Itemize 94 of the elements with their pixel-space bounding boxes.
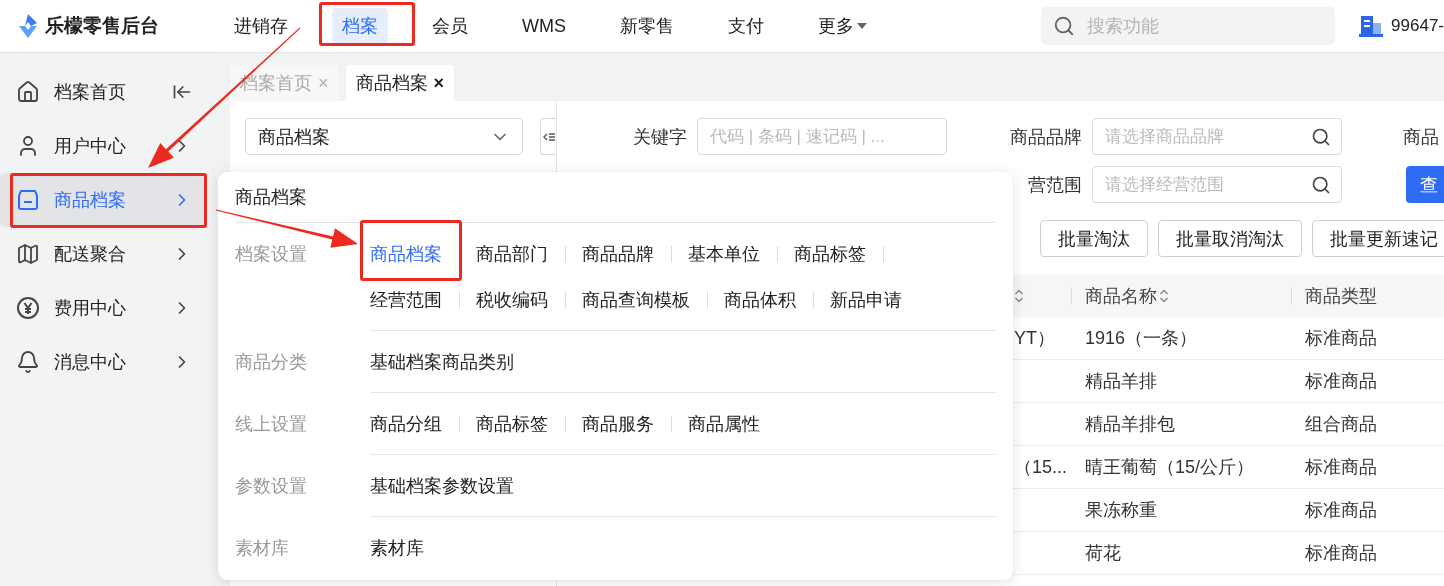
- menu-link[interactable]: 素材库: [370, 533, 424, 563]
- caret-icon: [857, 23, 867, 29]
- menu-link[interactable]: 基本单位: [688, 239, 760, 269]
- section-label: 商品分类: [235, 351, 307, 374]
- sidebar-label: 用户中心: [54, 135, 127, 158]
- table-cell-text: YT）: [1014, 327, 1055, 350]
- table-cell-text: 果冻称重: [1085, 499, 1157, 522]
- sidebar-label: 费用中心: [54, 297, 127, 320]
- building-icon: [1359, 15, 1384, 37]
- section-label: 线上设置: [235, 413, 307, 436]
- tab[interactable]: 商品档案 ×: [345, 65, 455, 101]
- menu-link[interactable]: 商品查询模板: [582, 285, 690, 315]
- logo-icon: [18, 14, 38, 38]
- account-name[interactable]: 99647-: [1391, 16, 1444, 36]
- field-label: 关键字: [632, 125, 688, 149]
- action-button[interactable]: 批量取消淘汰: [1158, 220, 1302, 257]
- table-cell-text: 精品羊排: [1085, 370, 1157, 393]
- sidebar-label: 商品档案: [54, 189, 127, 212]
- nav-item[interactable]: 进销存: [224, 8, 298, 44]
- menu-link[interactable]: 经营范围: [370, 285, 442, 315]
- search-icon: [1053, 15, 1076, 37]
- collapse-icon[interactable]: [172, 82, 192, 102]
- sidebar-item[interactable]: 配送聚合: [0, 227, 206, 281]
- nav-item[interactable]: 更多: [808, 8, 877, 44]
- table-cell-text: 荷花: [1085, 542, 1121, 565]
- select-value: 商品档案: [258, 125, 330, 149]
- home-icon: [16, 80, 40, 104]
- table-cell-text: 标准商品: [1305, 456, 1377, 479]
- action-button[interactable]: 批量淘汰: [1040, 220, 1148, 257]
- menu-link[interactable]: 商品标签: [476, 409, 548, 439]
- menu-link[interactable]: 商品属性: [688, 409, 760, 439]
- list-icon: [542, 130, 555, 143]
- app-name: 乐檬零售后台: [45, 14, 159, 38]
- yen-icon: [16, 296, 40, 320]
- menu-link[interactable]: 商品标签: [794, 239, 866, 269]
- menu-link[interactable]: 商品部门: [476, 239, 548, 269]
- section-label: 档案设置: [235, 243, 307, 266]
- box-icon: [16, 188, 40, 212]
- sidebar-item[interactable]: 用户中心: [0, 119, 206, 173]
- sidebar-item[interactable]: 档案首页: [0, 65, 206, 119]
- search-icon: [1311, 126, 1331, 147]
- table-cell-text: 标准商品: [1305, 327, 1377, 350]
- action-button[interactable]: 批量更新速记: [1312, 220, 1444, 257]
- nav-item[interactable]: 会员: [422, 8, 478, 44]
- sort-icon[interactable]: [1014, 288, 1024, 304]
- popup-title: 商品档案: [235, 186, 307, 209]
- section-label: 参数设置: [235, 475, 307, 498]
- keyword-box[interactable]: 代码 | 条码 | 速记码 | ...: [697, 118, 947, 155]
- sidebar-item[interactable]: 消息中心: [0, 335, 206, 389]
- collapse-button[interactable]: [540, 118, 556, 155]
- table-cell-text: 1916（一条）: [1085, 327, 1198, 350]
- sidebar-label: 配送聚合: [54, 243, 127, 266]
- sidebar-item[interactable]: 商品档案: [0, 173, 206, 227]
- sidebar-label: 消息中心: [54, 351, 127, 374]
- table-cell-text: 精品羊排包: [1085, 413, 1175, 436]
- search-icon: [1311, 174, 1331, 195]
- nav-item[interactable]: 支付: [718, 8, 774, 44]
- sort-icon[interactable]: [1159, 288, 1169, 304]
- menu-link[interactable]: 商品体积: [724, 285, 796, 315]
- query-button[interactable]: 查: [1406, 166, 1444, 203]
- menu-link[interactable]: 基础档案参数设置: [370, 471, 514, 501]
- menu-link[interactable]: 基础档案商品类别: [370, 347, 514, 377]
- search-box[interactable]: 搜索功能: [1041, 7, 1336, 45]
- category-select[interactable]: 商品档案: [245, 118, 523, 155]
- brand-box[interactable]: 请选择商品品牌: [1092, 118, 1342, 155]
- map-icon: [16, 242, 40, 266]
- tab-label: 商品档案: [355, 72, 428, 95]
- nav-item[interactable]: 档案: [332, 8, 388, 44]
- close-icon[interactable]: ×: [433, 72, 445, 94]
- menu-link[interactable]: 商品档案: [370, 239, 442, 269]
- field-label: 商品: [1402, 125, 1440, 149]
- nav-item[interactable]: 新零售: [610, 8, 684, 44]
- scope-box[interactable]: 请选择经营范围: [1092, 166, 1342, 203]
- nav-item[interactable]: WMS: [512, 8, 576, 44]
- sidebar-item[interactable]: 费用中心: [0, 281, 206, 335]
- field-label: 营范围: [1027, 173, 1083, 197]
- table-cell-text: 标准商品: [1305, 370, 1377, 393]
- table-cell-text: 标准商品: [1305, 542, 1377, 565]
- table-cell-text: 标准商品: [1305, 499, 1377, 522]
- menu-link[interactable]: 税收编码: [476, 285, 548, 315]
- field-label: 商品品牌: [1009, 125, 1083, 149]
- menu-link[interactable]: 新品申请: [830, 285, 902, 315]
- menu-link[interactable]: 商品服务: [582, 409, 654, 439]
- menu-link[interactable]: 商品品牌: [582, 239, 654, 269]
- menu-link[interactable]: 商品分组: [370, 409, 442, 439]
- table-cell-text: 组合商品: [1305, 413, 1377, 436]
- section-label: 素材库: [235, 537, 289, 560]
- sidebar-label: 档案首页: [54, 81, 127, 104]
- table-cell-text: 晴王葡萄（15/公斤）: [1085, 456, 1255, 479]
- table-cell-text: （15...: [1014, 456, 1068, 479]
- column-header: 商品名称: [1085, 285, 1157, 308]
- bell-icon: [16, 350, 40, 374]
- column-header: 商品类型: [1305, 285, 1377, 308]
- search-field[interactable]: 搜索功能: [1085, 14, 1306, 38]
